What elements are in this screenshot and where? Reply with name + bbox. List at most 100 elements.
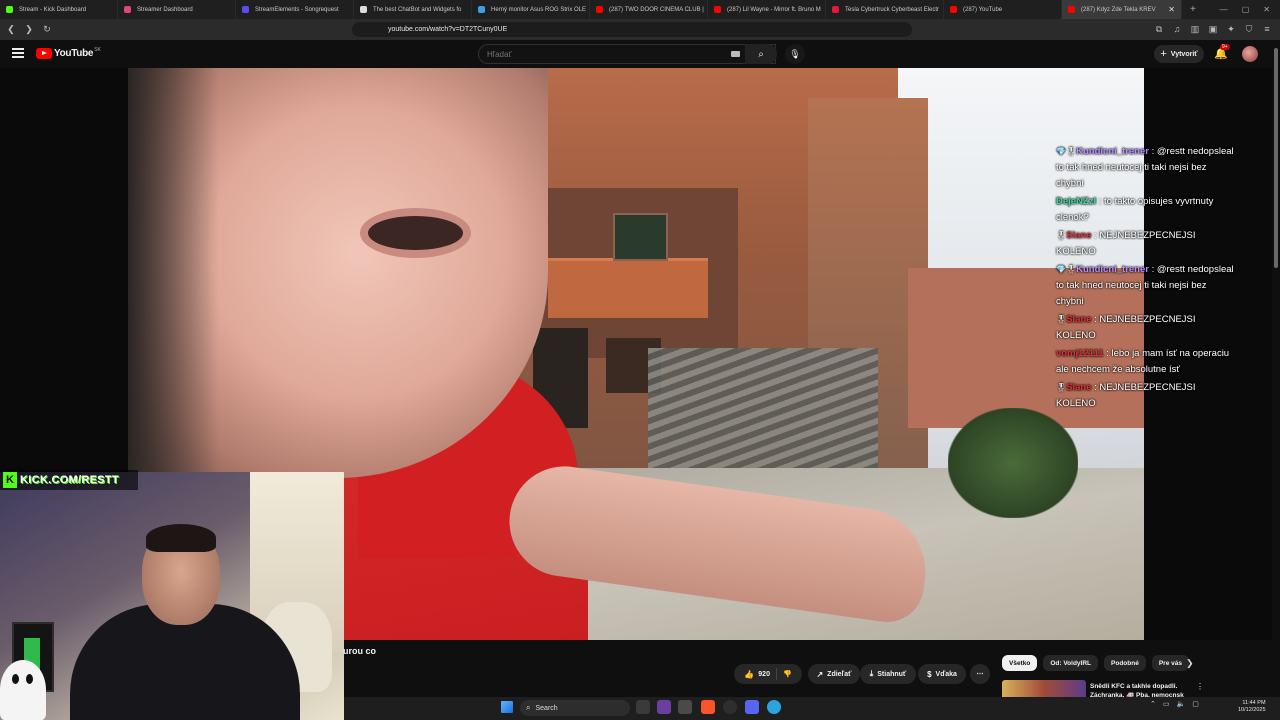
chip-all[interactable]: Všetko: [1002, 655, 1038, 671]
chevron-up-icon[interactable]: ⌃: [1150, 700, 1156, 708]
plus-icon: +: [1160, 48, 1167, 60]
toolbar-icons: ⧉ ♫ ▥ ▣ ✦ ⛉ ≡: [1154, 22, 1272, 36]
forward-icon[interactable]: ❯: [22, 23, 36, 37]
chat-badge-icon: 🎖: [1056, 315, 1067, 324]
search-input[interactable]: [487, 49, 727, 59]
xbox-icon[interactable]: [678, 700, 692, 714]
tab-label: Herný monitor Asus ROG Strix OLE: [491, 6, 587, 13]
stream-chat-overlay: 💎🎖Kundicni_trener : @restt nedopsleal to…: [1056, 144, 1236, 414]
share-button[interactable]: ↗ Zdieľať: [808, 664, 860, 684]
chip-from-channel[interactable]: Od: VoldyIRL: [1043, 655, 1099, 671]
webcam-overlay: [0, 472, 344, 720]
chip-related[interactable]: Podobné: [1104, 655, 1146, 671]
notifications-bell-icon[interactable]: 🔔 9+: [1214, 44, 1230, 60]
browser-tab-active[interactable]: (287) Kdyz Zde Tekla KREV ✕: [1062, 0, 1182, 19]
maximize-icon[interactable]: ▢: [1242, 5, 1250, 14]
more-actions-button[interactable]: ⋯: [970, 664, 990, 684]
extensions-icon[interactable]: ⧉: [1154, 22, 1164, 36]
tab-favicon-icon: [124, 6, 131, 13]
search-button[interactable]: ⌕: [745, 44, 777, 64]
browser-tab[interactable]: (287) TWO DOOR CINEMA CLUB |: [590, 0, 708, 19]
kick-url-text: KICK.COM/RESTT: [20, 474, 119, 486]
chat-badge-icon: 🎖: [1056, 231, 1067, 240]
download-icon: ⤓: [869, 669, 874, 678]
taskbar-search[interactable]: ⌕ Search: [520, 700, 630, 716]
keyboard-icon[interactable]: [731, 51, 740, 57]
reload-icon[interactable]: ↻: [40, 23, 54, 37]
chat-username: Slane: [1066, 382, 1092, 393]
windows-start-icon[interactable]: [501, 701, 513, 713]
like-dislike-button[interactable]: 👍 920 👎: [734, 664, 802, 684]
download-label: Stiahnuť: [877, 670, 907, 678]
browser-tab[interactable]: Stream - Kick Dashboard: [0, 0, 118, 19]
url-text: youtube.com/watch?v=DT2TCuny0UE: [388, 26, 508, 33]
back-icon[interactable]: ❮: [4, 23, 18, 37]
clock-date: 10/12/2025: [1238, 707, 1266, 713]
divider: [775, 668, 777, 680]
wallet-icon[interactable]: ▣: [1208, 22, 1218, 36]
browser-tab[interactable]: StreamElements - Songrequest: [236, 0, 354, 19]
taskbar-clock[interactable]: 11:44 PM 10/12/2025: [1238, 700, 1266, 714]
tab-favicon-icon: [832, 6, 839, 13]
task-view-icon[interactable]: [636, 700, 650, 714]
thumbs-up-icon[interactable]: 👍: [744, 670, 754, 679]
browser-tab[interactable]: Herný monitor Asus ROG Strix OLE: [472, 0, 590, 19]
chip-for-you[interactable]: Pre vás: [1151, 655, 1189, 671]
kebab-menu-icon[interactable]: ⋮: [1196, 682, 1204, 691]
video-window: [613, 213, 668, 261]
notification-badge: 9+: [1220, 44, 1230, 50]
tab-label: (287) Lil Wayne - Mirror ft. Bruno M: [727, 6, 821, 13]
chevron-right-icon[interactable]: ❯: [1186, 658, 1194, 669]
music-icon[interactable]: ♫: [1172, 22, 1182, 36]
tab-label: Stream - Kick Dashboard: [19, 6, 87, 13]
chat-username: Kundicni_trener: [1076, 146, 1149, 157]
leo-icon[interactable]: ✦: [1226, 22, 1236, 36]
page-scrollbar[interactable]: [1272, 40, 1280, 697]
thanks-button[interactable]: $ Vďaka: [918, 664, 966, 684]
create-button[interactable]: + Vytvoriť: [1154, 45, 1204, 63]
thumbs-down-icon[interactable]: 👎: [783, 670, 792, 678]
address-bar[interactable]: youtube.com/watch?v=DT2TCuny0UE: [352, 22, 912, 37]
chat-message: 🎖Slane : NEJNEBEZPECNEJSI KOLENO: [1056, 228, 1236, 260]
brave-icon[interactable]: [701, 700, 715, 714]
chat-message: 🎖Slane : NEJNEBEZPECNEJSI KOLENO: [1056, 312, 1236, 344]
scrollbar-thumb[interactable]: [1274, 48, 1278, 268]
hamburger-menu-icon[interactable]: [12, 48, 24, 58]
telegram-icon[interactable]: [767, 700, 781, 714]
new-tab-icon[interactable]: +: [1182, 4, 1204, 15]
avatar[interactable]: [1242, 46, 1258, 62]
chat-badge-icon: 💎🎖: [1056, 147, 1077, 156]
video-shadow: [128, 68, 218, 478]
browser-tab[interactable]: Tesla Cybertruck Cyberbeast Electr: [826, 0, 944, 19]
close-tab-icon[interactable]: ✕: [1168, 5, 1175, 14]
more-icon: ⋯: [976, 671, 984, 678]
volume-icon[interactable]: 🔈: [1177, 700, 1186, 708]
browser-tab[interactable]: (287) YouTube: [944, 0, 1062, 19]
browser-toolbar: ❮ ❯ ↻ youtube.com/watch?v=DT2TCuny0UE ⧉ …: [0, 19, 1280, 40]
chat-username: DejeNZzI: [1056, 196, 1097, 207]
browser-tab[interactable]: The best ChatBot and Widgets fo: [354, 0, 472, 19]
share-label: Zdieľať: [827, 670, 852, 678]
shield-icon[interactable]: ⛉: [1244, 22, 1254, 36]
display-icon[interactable]: ▢: [1192, 700, 1199, 708]
youtube-logo[interactable]: YouTube SK: [36, 47, 101, 59]
video-stairs: [648, 348, 878, 468]
obs-icon[interactable]: [723, 700, 737, 714]
sidebar-icon[interactable]: ▥: [1190, 22, 1200, 36]
kick-app-icon[interactable]: [657, 700, 671, 714]
chat-badge-icon: 🎖: [1056, 383, 1067, 392]
network-icon[interactable]: ▭: [1163, 700, 1170, 708]
browser-tab[interactable]: (287) Lil Wayne - Mirror ft. Bruno M: [708, 0, 826, 19]
browser-tab[interactable]: Streamer Dashboard: [118, 0, 236, 19]
discord-icon[interactable]: [745, 700, 759, 714]
search-icon: ⌕: [758, 48, 764, 60]
download-button[interactable]: ⤓ Stiahnuť: [860, 664, 916, 684]
tab-label: The best ChatBot and Widgets fo: [373, 6, 462, 13]
menu-icon[interactable]: ≡: [1262, 22, 1272, 36]
minimize-icon[interactable]: —: [1220, 5, 1228, 14]
thanks-label: Vďaka: [935, 670, 957, 678]
tab-label: Tesla Cybertruck Cyberbeast Electr: [845, 6, 940, 13]
voice-search-icon[interactable]: 🎙: [785, 44, 805, 64]
close-window-icon[interactable]: ✕: [1263, 5, 1270, 14]
tab-label: (287) Kdyz Zde Tekla KREV: [1081, 6, 1156, 13]
